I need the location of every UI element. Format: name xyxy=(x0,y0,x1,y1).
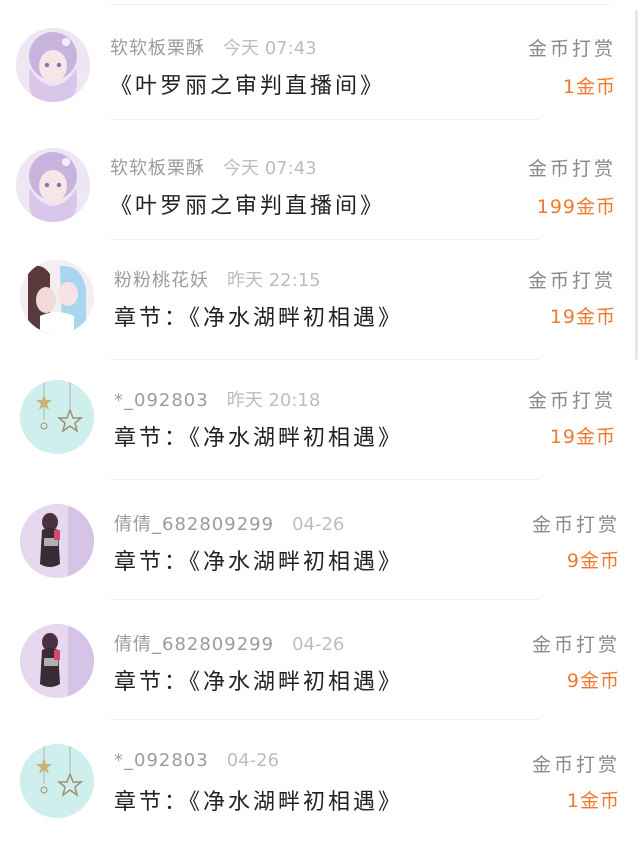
username[interactable]: 软软板栗酥 xyxy=(110,158,205,179)
list-item[interactable]: 软软板栗酥 今天 07:43 《叶罗丽之审判直播间》 金币打赏 199金币 xyxy=(0,120,640,240)
record-meta: *_092803 04-26 xyxy=(114,750,279,771)
reward-type: 金币打赏 xyxy=(527,158,616,180)
record-title[interactable]: 章节：《净水湖畔初相遇》 xyxy=(114,420,403,452)
timestamp: 今天 07:43 xyxy=(223,158,317,179)
girl-photo-avatar-icon xyxy=(20,624,94,698)
girl-photo-avatar-icon xyxy=(20,504,94,578)
avatar[interactable] xyxy=(20,260,94,334)
record-title[interactable]: 《叶罗丽之审判直播间》 xyxy=(110,68,385,100)
username[interactable]: *_092803 xyxy=(114,390,209,411)
reward-type: 金币打赏 xyxy=(531,514,620,536)
avatar[interactable] xyxy=(20,380,94,454)
username[interactable]: 倩倩_682809299 xyxy=(114,514,274,535)
reward-type: 金币打赏 xyxy=(527,270,616,292)
reward-amount: 9金币 xyxy=(566,670,620,692)
avatar[interactable] xyxy=(20,744,94,818)
reward-type: 金币打赏 xyxy=(527,390,616,412)
record-title[interactable]: 章节：《净水湖畔初相遇》 xyxy=(114,300,403,332)
record-title[interactable]: 章节：《净水湖畔初相遇》 xyxy=(114,664,403,696)
record-meta: 粉粉桃花妖 昨天 22:15 xyxy=(114,266,321,292)
record-meta: *_092803 昨天 20:18 xyxy=(114,386,320,412)
timestamp: 04-26 xyxy=(292,514,345,535)
reward-records-list: 软软板栗酥 今天 07:43 《叶罗丽之审判直播间》 金币打赏 1金币 软软板栗酥… xyxy=(0,0,640,847)
timestamp: 今天 07:43 xyxy=(223,38,317,59)
reward-type: 金币打赏 xyxy=(531,634,620,656)
timestamp: 昨天 22:15 xyxy=(227,270,321,291)
timestamp: 04-26 xyxy=(292,634,345,655)
reward-amount: 199金币 xyxy=(536,196,616,218)
reward-amount: 1金币 xyxy=(566,790,620,812)
reward-amount: 9金币 xyxy=(566,550,620,572)
reward-amount: 1金币 xyxy=(562,76,616,98)
list-item[interactable]: *_092803 04-26 章节：《净水湖畔初相遇》 金币打赏 1金币 xyxy=(0,720,640,847)
timestamp: 04-26 xyxy=(226,750,280,771)
username[interactable]: 倩倩_682809299 xyxy=(114,634,274,655)
record-title[interactable]: 《叶罗丽之审判直播间》 xyxy=(110,188,385,220)
username[interactable]: 软软板栗酥 xyxy=(110,38,205,59)
avatar[interactable] xyxy=(20,624,94,698)
record-meta: 软软板栗酥 今天 07:43 xyxy=(110,34,317,60)
reward-amount: 19金币 xyxy=(549,306,616,328)
list-item[interactable]: 粉粉桃花妖 昨天 22:15 章节：《净水湖畔初相遇》 金币打赏 19金币 xyxy=(0,240,640,360)
record-meta: 软软板栗酥 今天 07:43 xyxy=(110,154,317,180)
list-item[interactable]: *_092803 昨天 20:18 章节：《净水湖畔初相遇》 金币打赏 19金币 xyxy=(0,360,640,480)
timestamp: 昨天 20:18 xyxy=(226,390,321,411)
record-title[interactable]: 章节：《净水湖畔初相遇》 xyxy=(114,544,403,576)
reward-type: 金币打赏 xyxy=(527,38,616,60)
list-item[interactable]: 倩倩_682809299 04-26 章节：《净水湖畔初相遇》 金币打赏 9金币 xyxy=(0,600,640,720)
star-ornament-avatar-icon xyxy=(20,380,94,454)
avatar[interactable] xyxy=(20,504,94,578)
anime-girl-avatar-icon xyxy=(16,148,90,222)
avatar[interactable] xyxy=(16,28,90,102)
record-meta: 倩倩_682809299 04-26 xyxy=(114,510,344,536)
reward-type: 金币打赏 xyxy=(531,754,620,776)
username[interactable]: *_092803 xyxy=(114,750,209,771)
anime-couple-avatar-icon xyxy=(20,260,94,334)
record-meta: 倩倩_682809299 04-26 xyxy=(114,630,344,656)
anime-girl-avatar-icon xyxy=(16,28,90,102)
scrollbar[interactable] xyxy=(635,10,638,360)
list-item[interactable]: 软软板栗酥 今天 07:43 《叶罗丽之审判直播间》 金币打赏 1金币 xyxy=(0,0,640,120)
reward-amount: 19金币 xyxy=(549,426,616,448)
list-item[interactable]: 倩倩_682809299 04-26 章节：《净水湖畔初相遇》 金币打赏 9金币 xyxy=(0,480,640,600)
username[interactable]: 粉粉桃花妖 xyxy=(114,270,209,291)
avatar[interactable] xyxy=(16,148,90,222)
star-ornament-avatar-icon xyxy=(20,744,94,818)
record-title[interactable]: 章节：《净水湖畔初相遇》 xyxy=(114,784,403,816)
